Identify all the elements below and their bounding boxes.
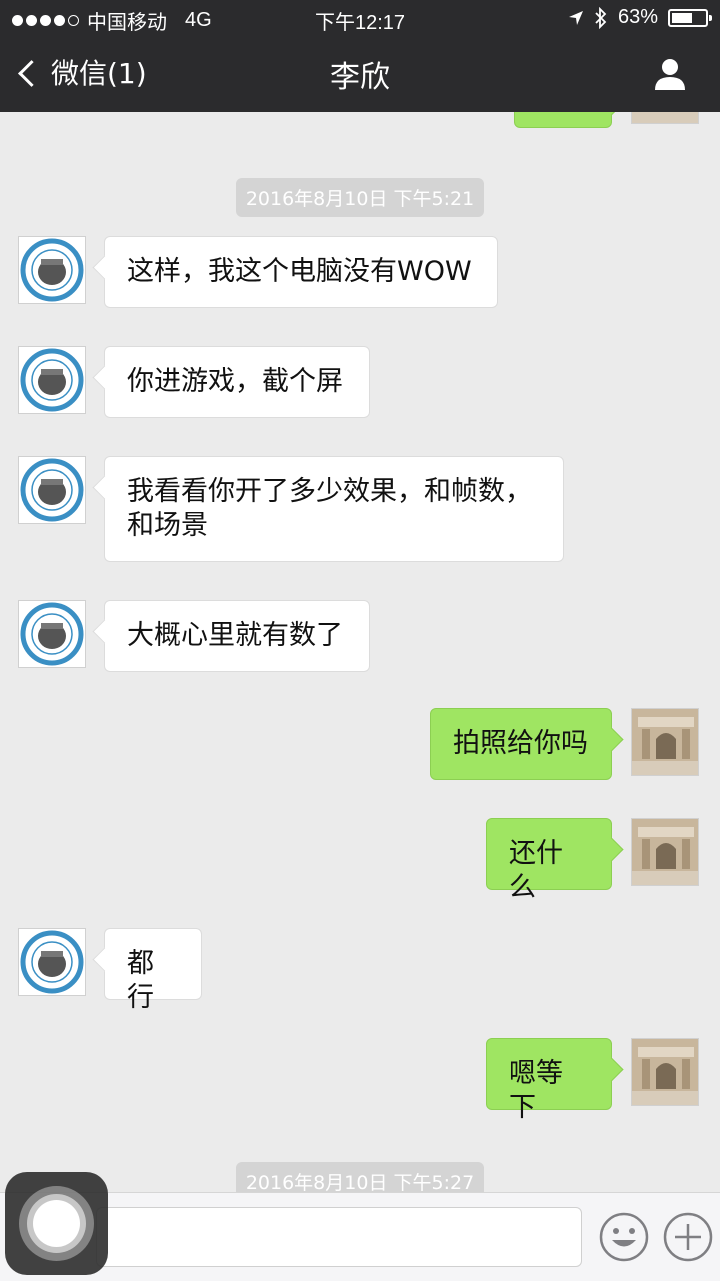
battery-icon [668,8,712,27]
status-time: 下午12:17 [314,12,406,34]
message-bubble[interactable]: 嗯等下 [486,1038,612,1123]
message-bubble[interactable]: 你进游戏，截个屏 [104,346,370,418]
my-avatar[interactable] [631,708,699,776]
battery-percent: 63% [617,6,658,28]
message-bubble-partial[interactable] [514,112,612,128]
person-icon [655,59,685,90]
timestamp: 2016年8月10日 下午5:27 [0,1162,720,1192]
chat-area[interactable]: 2016年8月10日 下午5:21 这样，我这个电脑没有WOW 你进游戏，截个屏… [0,112,720,1192]
message-bubble[interactable]: 这样，我这个电脑没有WOW [104,236,498,308]
bluetooth-icon [595,6,607,29]
contact-avatar[interactable] [18,456,86,524]
my-avatar[interactable] [631,1038,699,1106]
message-bubble[interactable]: 还什么 [486,818,612,903]
contact-avatar[interactable] [18,928,86,996]
nav-bar: 微信(1) 李欣 [0,36,720,112]
message-input[interactable] [96,1207,582,1267]
my-avatar[interactable] [631,112,699,124]
message-bubble[interactable]: 大概心里就有数了 [104,600,370,672]
input-bar [0,1192,720,1281]
more-button[interactable] [662,1211,714,1263]
chat-title: 李欣 [330,60,390,95]
contact-avatar[interactable] [18,600,86,668]
contact-avatar[interactable] [18,346,86,414]
timestamp: 2016年8月10日 下午5:21 [0,178,720,217]
smiley-icon [599,1212,649,1262]
plus-icon [663,1212,713,1262]
contact-avatar[interactable] [18,236,86,304]
message-bubble[interactable]: 都行 [104,928,202,1013]
emoji-button[interactable] [598,1211,650,1263]
assistive-touch-button[interactable] [5,1172,108,1275]
profile-button[interactable] [652,56,688,92]
message-bubble[interactable]: 我看看你开了多少效果，和帧数，和场景 [104,456,564,562]
message-bubble[interactable]: 拍照给你吗 [430,708,612,780]
status-bar: 中国移动 4G 下午12:17 63% [0,0,720,36]
location-arrow-icon [568,10,583,25]
my-avatar[interactable] [631,818,699,886]
status-right: 63% [568,6,712,29]
